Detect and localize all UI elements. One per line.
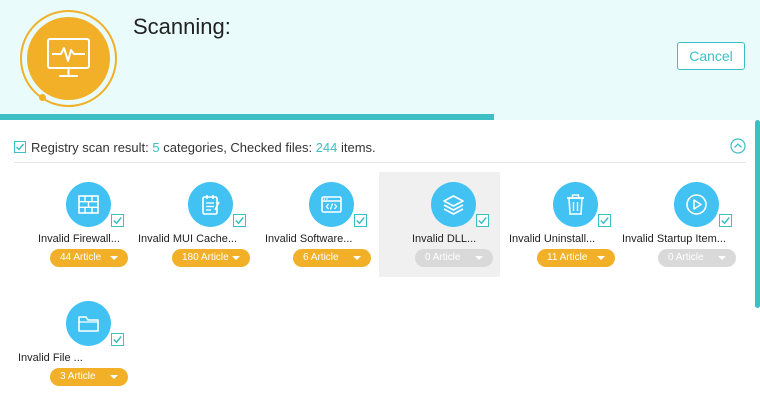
notepad-icon xyxy=(202,195,220,215)
category-tile[interactable]: Invalid DLL... 0 Article xyxy=(379,172,500,277)
article-count-label: 11 Article xyxy=(547,252,588,263)
article-count-dropdown[interactable]: 11 Article xyxy=(537,249,615,267)
summary-suffix: items. xyxy=(337,139,376,155)
checkbox-checked-icon[interactable] xyxy=(476,214,489,227)
scan-summary: Registry scan result: 5 categories, Chec… xyxy=(14,138,376,156)
category-tile[interactable]: Invalid Startup Item... 0 Article xyxy=(622,172,743,277)
scrollbar[interactable] xyxy=(755,120,760,308)
category-tile[interactable]: Invalid File ... 3 Article xyxy=(14,291,135,396)
category-label: Invalid Startup Item... xyxy=(622,233,726,245)
article-count-label: 0 Article xyxy=(668,252,704,263)
scan-progress-bar xyxy=(0,114,760,120)
article-count-dropdown[interactable]: 44 Article xyxy=(50,249,128,267)
app-logo xyxy=(20,10,117,107)
category-tile[interactable]: Invalid MUI Cache... 180 Article xyxy=(136,172,257,277)
article-count-label: 180 Article xyxy=(182,252,229,263)
play-circle-icon xyxy=(686,194,707,215)
checkbox-checked-icon[interactable] xyxy=(354,214,367,227)
checkbox-checked-icon[interactable] xyxy=(598,214,611,227)
divider xyxy=(14,162,746,163)
category-label: Invalid File ... xyxy=(18,352,83,364)
category-icon-badge xyxy=(674,182,719,227)
article-count-label: 0 Article xyxy=(425,252,461,263)
checkbox-checked-icon[interactable] xyxy=(719,214,732,227)
logo-dot xyxy=(39,94,46,101)
chevron-up-icon[interactable] xyxy=(730,138,746,154)
category-tile[interactable]: Invalid Firewall... 44 Article xyxy=(14,172,135,277)
category-icon-badge xyxy=(66,182,111,227)
article-count-dropdown: 0 Article xyxy=(415,249,493,267)
article-count-label: 6 Article xyxy=(303,252,339,263)
software-code-icon xyxy=(321,196,342,213)
scan-progress-fill xyxy=(0,114,494,120)
caret-down-icon xyxy=(110,375,118,379)
caret-down-icon xyxy=(353,256,361,260)
category-tile[interactable]: Invalid Software... 6 Article xyxy=(257,172,378,277)
folder-icon xyxy=(78,316,99,332)
caret-down-icon xyxy=(718,256,726,260)
article-count-dropdown[interactable]: 6 Article xyxy=(293,249,371,267)
checkbox-checked-icon[interactable] xyxy=(111,214,124,227)
caret-down-icon xyxy=(110,256,118,260)
category-icon-badge xyxy=(188,182,233,227)
page-title: Scanning: xyxy=(133,14,231,39)
categories-count: 5 xyxy=(152,139,160,155)
logo-disc xyxy=(27,17,110,100)
category-tile[interactable]: Invalid Uninstall... 11 Article xyxy=(501,172,622,277)
firewall-icon xyxy=(78,195,99,214)
category-icon-badge xyxy=(66,301,111,346)
caret-down-icon xyxy=(597,256,605,260)
checkbox-checked-icon[interactable] xyxy=(233,214,246,227)
summary-middle: categories, Checked files: xyxy=(159,139,316,155)
category-icon-badge xyxy=(309,182,354,227)
checked-files-count: 244 xyxy=(315,139,338,155)
layers-icon xyxy=(443,195,464,215)
category-icon-badge xyxy=(431,182,476,227)
trash-icon xyxy=(567,194,584,215)
monitor-pulse-icon xyxy=(47,38,90,77)
checkbox-checked-icon[interactable] xyxy=(111,333,124,346)
article-count-label: 44 Article xyxy=(60,252,102,263)
category-icon-badge xyxy=(553,182,598,227)
summary-prefix: Registry scan result: xyxy=(31,139,153,155)
article-count-label: 3 Article xyxy=(60,371,96,382)
scan-header: Scanning: Cancel xyxy=(0,0,760,120)
checkbox-checked-icon[interactable] xyxy=(14,141,26,153)
cancel-button[interactable]: Cancel xyxy=(677,42,745,70)
article-count-dropdown: 0 Article xyxy=(658,249,736,267)
article-count-dropdown[interactable]: 180 Article xyxy=(172,249,250,267)
caret-down-icon xyxy=(232,256,240,260)
caret-down-icon xyxy=(475,256,483,260)
article-count-dropdown[interactable]: 3 Article xyxy=(50,368,128,386)
